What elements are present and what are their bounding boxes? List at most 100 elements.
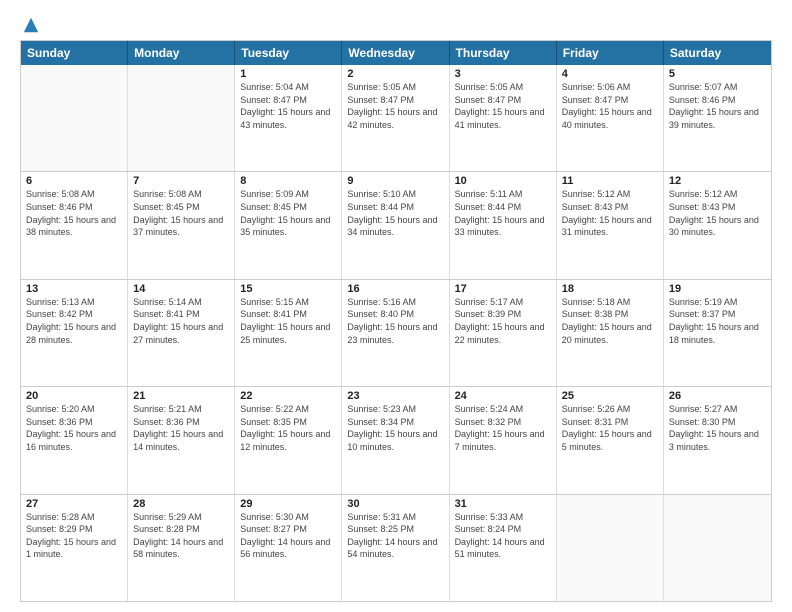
day-cell-25: 25Sunrise: 5:26 AM Sunset: 8:31 PM Dayli… [557,387,664,493]
day-number: 18 [562,283,658,295]
day-cell-7: 7Sunrise: 5:08 AM Sunset: 8:45 PM Daylig… [128,172,235,278]
day-number: 25 [562,390,658,402]
day-info: Sunrise: 5:22 AM Sunset: 8:35 PM Dayligh… [240,403,336,453]
day-cell-11: 11Sunrise: 5:12 AM Sunset: 8:43 PM Dayli… [557,172,664,278]
day-info: Sunrise: 5:15 AM Sunset: 8:41 PM Dayligh… [240,296,336,346]
empty-cell [21,65,128,171]
empty-cell [128,65,235,171]
day-number: 11 [562,175,658,187]
day-number: 3 [455,68,551,80]
day-number: 16 [347,283,443,295]
day-number: 10 [455,175,551,187]
day-info: Sunrise: 5:05 AM Sunset: 8:47 PM Dayligh… [347,81,443,131]
day-cell-30: 30Sunrise: 5:31 AM Sunset: 8:25 PM Dayli… [342,495,449,601]
day-info: Sunrise: 5:14 AM Sunset: 8:41 PM Dayligh… [133,296,229,346]
day-number: 22 [240,390,336,402]
day-header-friday: Friday [557,41,664,65]
day-cell-24: 24Sunrise: 5:24 AM Sunset: 8:32 PM Dayli… [450,387,557,493]
day-number: 24 [455,390,551,402]
day-cell-5: 5Sunrise: 5:07 AM Sunset: 8:46 PM Daylig… [664,65,771,171]
day-cell-2: 2Sunrise: 5:05 AM Sunset: 8:47 PM Daylig… [342,65,449,171]
logo [20,16,40,30]
day-info: Sunrise: 5:18 AM Sunset: 8:38 PM Dayligh… [562,296,658,346]
day-cell-15: 15Sunrise: 5:15 AM Sunset: 8:41 PM Dayli… [235,280,342,386]
calendar-row-5: 27Sunrise: 5:28 AM Sunset: 8:29 PM Dayli… [21,494,771,601]
day-cell-14: 14Sunrise: 5:14 AM Sunset: 8:41 PM Dayli… [128,280,235,386]
day-number: 19 [669,283,766,295]
day-header-sunday: Sunday [21,41,128,65]
day-cell-26: 26Sunrise: 5:27 AM Sunset: 8:30 PM Dayli… [664,387,771,493]
day-cell-23: 23Sunrise: 5:23 AM Sunset: 8:34 PM Dayli… [342,387,449,493]
day-info: Sunrise: 5:07 AM Sunset: 8:46 PM Dayligh… [669,81,766,131]
day-info: Sunrise: 5:20 AM Sunset: 8:36 PM Dayligh… [26,403,122,453]
day-cell-28: 28Sunrise: 5:29 AM Sunset: 8:28 PM Dayli… [128,495,235,601]
day-number: 2 [347,68,443,80]
day-number: 5 [669,68,766,80]
header [20,16,772,30]
day-number: 4 [562,68,658,80]
day-info: Sunrise: 5:31 AM Sunset: 8:25 PM Dayligh… [347,511,443,561]
day-number: 15 [240,283,336,295]
day-number: 7 [133,175,229,187]
day-number: 6 [26,175,122,187]
day-cell-13: 13Sunrise: 5:13 AM Sunset: 8:42 PM Dayli… [21,280,128,386]
calendar-row-1: 1Sunrise: 5:04 AM Sunset: 8:47 PM Daylig… [21,65,771,171]
day-header-monday: Monday [128,41,235,65]
day-cell-31: 31Sunrise: 5:33 AM Sunset: 8:24 PM Dayli… [450,495,557,601]
day-header-saturday: Saturday [664,41,771,65]
day-cell-19: 19Sunrise: 5:19 AM Sunset: 8:37 PM Dayli… [664,280,771,386]
day-info: Sunrise: 5:26 AM Sunset: 8:31 PM Dayligh… [562,403,658,453]
day-number: 21 [133,390,229,402]
day-number: 20 [26,390,122,402]
day-info: Sunrise: 5:17 AM Sunset: 8:39 PM Dayligh… [455,296,551,346]
day-info: Sunrise: 5:05 AM Sunset: 8:47 PM Dayligh… [455,81,551,131]
calendar-row-4: 20Sunrise: 5:20 AM Sunset: 8:36 PM Dayli… [21,386,771,493]
day-number: 29 [240,498,336,510]
day-info: Sunrise: 5:23 AM Sunset: 8:34 PM Dayligh… [347,403,443,453]
day-number: 27 [26,498,122,510]
day-cell-10: 10Sunrise: 5:11 AM Sunset: 8:44 PM Dayli… [450,172,557,278]
day-info: Sunrise: 5:12 AM Sunset: 8:43 PM Dayligh… [669,188,766,238]
day-info: Sunrise: 5:12 AM Sunset: 8:43 PM Dayligh… [562,188,658,238]
day-info: Sunrise: 5:13 AM Sunset: 8:42 PM Dayligh… [26,296,122,346]
day-header-wednesday: Wednesday [342,41,449,65]
day-info: Sunrise: 5:08 AM Sunset: 8:45 PM Dayligh… [133,188,229,238]
day-info: Sunrise: 5:33 AM Sunset: 8:24 PM Dayligh… [455,511,551,561]
day-number: 13 [26,283,122,295]
day-info: Sunrise: 5:09 AM Sunset: 8:45 PM Dayligh… [240,188,336,238]
day-number: 14 [133,283,229,295]
page: SundayMondayTuesdayWednesdayThursdayFrid… [0,0,792,612]
day-info: Sunrise: 5:11 AM Sunset: 8:44 PM Dayligh… [455,188,551,238]
day-cell-27: 27Sunrise: 5:28 AM Sunset: 8:29 PM Dayli… [21,495,128,601]
day-info: Sunrise: 5:19 AM Sunset: 8:37 PM Dayligh… [669,296,766,346]
day-cell-6: 6Sunrise: 5:08 AM Sunset: 8:46 PM Daylig… [21,172,128,278]
day-cell-29: 29Sunrise: 5:30 AM Sunset: 8:27 PM Dayli… [235,495,342,601]
day-info: Sunrise: 5:27 AM Sunset: 8:30 PM Dayligh… [669,403,766,453]
day-info: Sunrise: 5:08 AM Sunset: 8:46 PM Dayligh… [26,188,122,238]
empty-cell [664,495,771,601]
day-number: 31 [455,498,551,510]
day-number: 12 [669,175,766,187]
calendar-row-2: 6Sunrise: 5:08 AM Sunset: 8:46 PM Daylig… [21,171,771,278]
day-cell-22: 22Sunrise: 5:22 AM Sunset: 8:35 PM Dayli… [235,387,342,493]
day-cell-18: 18Sunrise: 5:18 AM Sunset: 8:38 PM Dayli… [557,280,664,386]
day-info: Sunrise: 5:06 AM Sunset: 8:47 PM Dayligh… [562,81,658,131]
day-cell-9: 9Sunrise: 5:10 AM Sunset: 8:44 PM Daylig… [342,172,449,278]
calendar-body: 1Sunrise: 5:04 AM Sunset: 8:47 PM Daylig… [21,65,771,601]
empty-cell [557,495,664,601]
day-header-tuesday: Tuesday [235,41,342,65]
day-number: 23 [347,390,443,402]
day-cell-17: 17Sunrise: 5:17 AM Sunset: 8:39 PM Dayli… [450,280,557,386]
day-info: Sunrise: 5:30 AM Sunset: 8:27 PM Dayligh… [240,511,336,561]
day-info: Sunrise: 5:16 AM Sunset: 8:40 PM Dayligh… [347,296,443,346]
day-cell-21: 21Sunrise: 5:21 AM Sunset: 8:36 PM Dayli… [128,387,235,493]
day-info: Sunrise: 5:29 AM Sunset: 8:28 PM Dayligh… [133,511,229,561]
day-number: 28 [133,498,229,510]
day-cell-8: 8Sunrise: 5:09 AM Sunset: 8:45 PM Daylig… [235,172,342,278]
day-number: 26 [669,390,766,402]
day-info: Sunrise: 5:28 AM Sunset: 8:29 PM Dayligh… [26,511,122,561]
day-cell-16: 16Sunrise: 5:16 AM Sunset: 8:40 PM Dayli… [342,280,449,386]
logo-icon [22,16,40,34]
day-cell-12: 12Sunrise: 5:12 AM Sunset: 8:43 PM Dayli… [664,172,771,278]
day-number: 30 [347,498,443,510]
